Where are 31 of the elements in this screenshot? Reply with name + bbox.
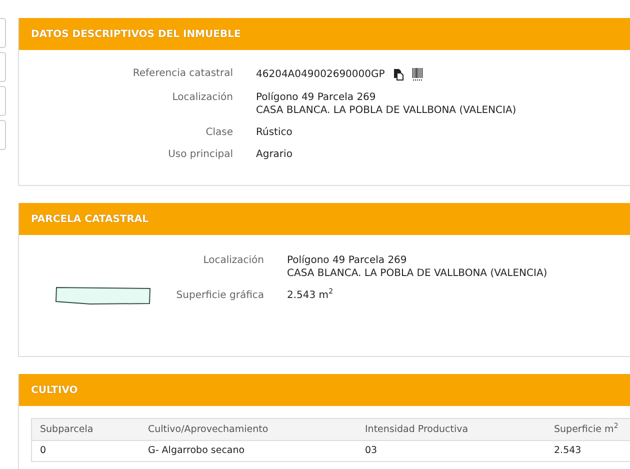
field-value: Rústico bbox=[256, 127, 294, 138]
field-value: CASA BLANCA. LA POBLA DE VALLBONA (VALENCIA) bbox=[287, 268, 548, 279]
table-cell: 03 bbox=[357, 440, 546, 462]
column-header: Cultivo/Aprovechamiento bbox=[140, 418, 357, 440]
field-value: Polígono 49 Parcela 269 bbox=[287, 255, 408, 266]
table-cell: 0 bbox=[32, 440, 140, 462]
table-cell: G- Algarrobo secano bbox=[140, 440, 357, 462]
field-label: Referencia catastral bbox=[132, 68, 233, 81]
field-value: 46204A049002690000GP bbox=[256, 69, 385, 80]
copy-icon[interactable] bbox=[392, 68, 404, 81]
table-cell: 2.543 bbox=[546, 440, 630, 462]
panel-title: CULTIVO bbox=[19, 374, 630, 406]
column-header: Intensidad Productiva bbox=[357, 418, 546, 440]
field-value: CASA BLANCA. LA POBLA DE VALLBONA (VALENCIA) bbox=[256, 105, 518, 116]
barcode-icon[interactable] bbox=[412, 68, 423, 81]
field-label: Localización bbox=[202, 255, 264, 268]
panel-title: DATOS DESCRIPTIVOS DEL INMUEBLE bbox=[19, 18, 630, 50]
side-tab[interactable] bbox=[0, 120, 6, 150]
side-tab[interactable] bbox=[0, 52, 6, 82]
field-value: Polígono 49 Parcela 269 bbox=[256, 92, 377, 103]
field-label: Localización bbox=[171, 92, 233, 105]
field-value: 2.543 m$^{2}$ bbox=[287, 290, 334, 301]
field-label: Uso principal bbox=[167, 149, 233, 160]
field-label: Clase bbox=[204, 127, 233, 138]
panel-title: PARCELA CATASTRAL bbox=[19, 203, 630, 235]
side-tab[interactable] bbox=[0, 18, 6, 48]
field-value: Agrario bbox=[256, 149, 294, 160]
column-header: Subparcela bbox=[32, 418, 140, 440]
side-tab[interactable] bbox=[0, 86, 6, 116]
column-header: Superficie m$^{2}$ bbox=[546, 418, 630, 440]
field-label: Superficie gráfica bbox=[175, 290, 264, 301]
